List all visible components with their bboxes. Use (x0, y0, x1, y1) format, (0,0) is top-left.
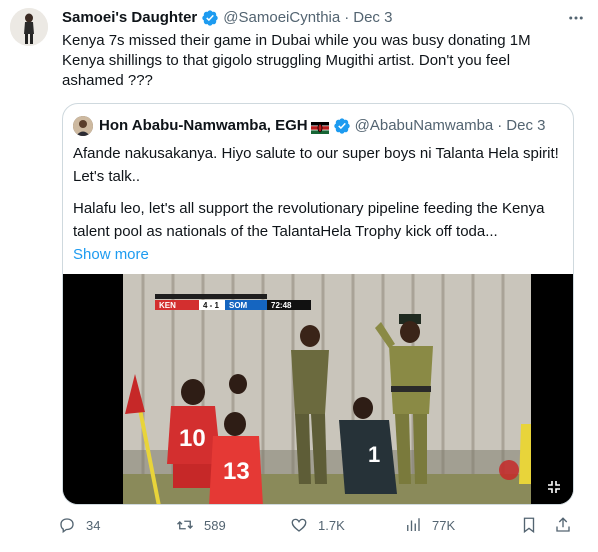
reply-icon (60, 518, 74, 534)
show-more-link[interactable]: Show more (73, 246, 149, 263)
share-icon (556, 517, 570, 532)
action-bar: 34 589 1.7K 77K (58, 516, 578, 540)
video-media[interactable]: 10 13 1 KEN 4 - 1 SOM 72:48 (63, 274, 573, 504)
author-name[interactable]: Samoei's Daughter (62, 8, 197, 28)
bookmark-button[interactable] (520, 516, 548, 534)
more-options-icon[interactable] (566, 8, 586, 28)
retweet-button[interactable]: 589 (176, 516, 226, 534)
scoreboard-team2: SOM (229, 301, 248, 310)
jersey-number-1: 1 (368, 442, 380, 467)
view-count: 77K (432, 517, 456, 533)
reply-count: 34 (86, 517, 101, 533)
heart-icon (291, 518, 307, 532)
quoted-header-separator: · (497, 117, 503, 134)
kenya-flag-icon (310, 120, 329, 134)
scoreboard-time: 72:48 (271, 301, 292, 310)
quoted-author-name[interactable]: Hon Ababu-Namwamba, EGH (99, 116, 308, 136)
share-button[interactable] (554, 516, 582, 534)
like-count: 1.7K (318, 517, 345, 533)
verified-badge-icon (201, 9, 219, 27)
scoreboard-score: 4 - 1 (203, 301, 220, 310)
retweet-icon (177, 520, 193, 530)
views-chart-icon (407, 518, 420, 531)
tweet-card[interactable]: Samoei's Daughter @SamoeiCynthia · Dec 3… (0, 0, 598, 552)
like-button[interactable]: 1.7K (290, 516, 345, 534)
bookmark-icon (523, 517, 535, 534)
author-avatar[interactable] (10, 8, 48, 46)
video-frame: 10 13 1 KEN 4 - 1 SOM 72:48 (63, 274, 573, 504)
tweet-text: Kenya 7s missed their game in Dubai whil… (62, 32, 531, 89)
quoted-verified-badge-icon (333, 117, 351, 135)
jersey-number-13: 13 (223, 458, 250, 485)
quoted-paragraph-1: Afande nakusakanya. Hiyo salute to our s… (73, 145, 559, 185)
jersey-number-10: 10 (179, 425, 206, 452)
quoted-tweet-date[interactable]: Dec 3 (506, 116, 545, 136)
quoted-tweet[interactable]: Hon Ababu-Namwamba, EGH @AbabuNamwamba ·… (62, 103, 574, 505)
fullscreen-icon[interactable] (543, 476, 565, 498)
quoted-paragraph-2: Halafu leo, let's all support the revolu… (73, 200, 545, 240)
views-button[interactable]: 77K (404, 516, 455, 534)
quoted-author-handle[interactable]: @AbabuNamwamba (355, 116, 494, 136)
reply-button[interactable]: 34 (58, 516, 100, 534)
header-separator: · (344, 9, 350, 26)
tweet-header: Samoei's Daughter @SamoeiCynthia · Dec 3 (62, 8, 578, 28)
quoted-tweet-header: Hon Ababu-Namwamba, EGH @AbabuNamwamba ·… (73, 116, 545, 136)
quoted-tweet-text: Afande nakusakanya. Hiyo salute to our s… (73, 142, 567, 266)
retweet-count: 589 (204, 517, 226, 533)
quoted-author-avatar (73, 116, 93, 136)
scoreboard-team1: KEN (159, 301, 176, 310)
tweet-date[interactable]: Dec 3 (353, 8, 392, 28)
author-handle[interactable]: @SamoeiCynthia (223, 8, 340, 28)
